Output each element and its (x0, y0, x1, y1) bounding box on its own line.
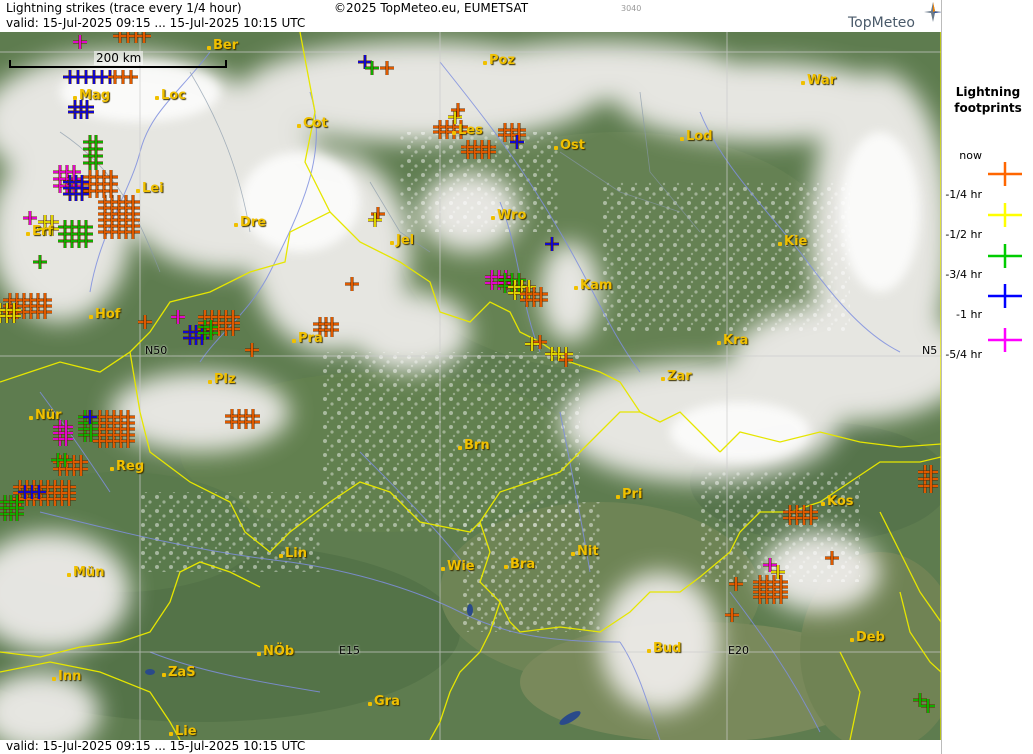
city-label: Jel (389, 233, 415, 248)
city-label: Inn (51, 669, 82, 684)
city-label: Cot (297, 116, 328, 131)
legend-label-now: now (959, 149, 982, 162)
city-label: Kie (777, 234, 808, 249)
lightning-cross-icon (988, 284, 1022, 308)
city-label: NÖb (256, 644, 295, 659)
map-title: Lightning strikes (trace every 1/4 hour) (6, 1, 242, 15)
city-label: Nür (29, 408, 62, 423)
city-label: Pra (292, 331, 323, 346)
city-label: Erf (26, 224, 53, 239)
legend-label-q2: -1/2 hr (945, 228, 982, 241)
city-label: Kra (716, 333, 749, 348)
city-label: Kos (821, 494, 854, 509)
valid-time-top: valid: 15-Jul-2025 09:15 ... 15-Jul-2025… (6, 16, 306, 30)
legend-label-q5: -5/4 hr (945, 348, 982, 361)
city-label: Les (452, 123, 483, 138)
city-label: Lin (279, 546, 307, 561)
city-label: Plz (208, 372, 236, 387)
lightning-cross-icon (988, 203, 1022, 227)
lightning-cross-icon (988, 328, 1022, 352)
city-label: Kam (573, 278, 613, 293)
lightning-cross-icon (988, 162, 1022, 186)
map-header: Lightning strikes (trace every 1/4 hour)… (0, 0, 943, 32)
city-label: Zar (661, 369, 692, 384)
city-label: Gra (368, 694, 400, 709)
legend-label-q4: -1 hr (956, 308, 982, 321)
grid-label-e20: E20 (728, 644, 749, 657)
city-label: Pri (615, 487, 643, 502)
city-label: ZaS (162, 665, 196, 680)
city-label: War (800, 73, 837, 88)
city-label: Lei (136, 181, 164, 196)
city-label: Lod (680, 129, 713, 144)
city-label: Poz (482, 53, 516, 68)
city-label: Wro (490, 208, 527, 223)
topmeteo-logo[interactable]: TopMeteo (848, 2, 943, 31)
city-label: Wie (441, 559, 475, 574)
scale-bar-tick-left (9, 60, 11, 68)
scale-bar-line (9, 66, 227, 68)
scale-bar-label: 200 km (94, 51, 144, 65)
city-label: Bud (646, 641, 682, 656)
grid-label-n5: N5 (922, 344, 938, 357)
valid-time-bottom: valid: 15-Jul-2025 09:15 ... 15-Jul-2025… (6, 739, 306, 753)
grid-label-n50: N50 (145, 344, 168, 357)
legend-label-q3: -3/4 hr (945, 268, 982, 281)
logo-text: TopMeteo (848, 15, 915, 31)
image-code: 3040 (621, 4, 642, 13)
lightning-cross-icon (988, 244, 1022, 268)
city-label: Loc (155, 88, 186, 103)
city-label: Bra (503, 557, 536, 572)
city-label: Ber (206, 38, 239, 53)
city-label: Nit (571, 544, 599, 559)
compass-star-icon (924, 2, 942, 22)
map-canvas (0, 32, 941, 740)
map-footer: valid: 15-Jul-2025 09:15 ... 15-Jul-2025… (0, 739, 941, 754)
legend-panel: Lightning footprints now -1/4 hr -1/2 hr… (941, 0, 1033, 754)
grid-label-e15: E15 (339, 644, 360, 657)
satellite-map[interactable]: 200 km N50 N5 E15 E20 Ber Poz War Mag Lo… (0, 32, 941, 740)
city-label: Mag (72, 88, 111, 103)
copyright-notice: ©2025 TopMeteo.eu, EUMETSAT (334, 1, 529, 15)
scale-bar: 200 km (9, 51, 227, 69)
legend-title: Lightning footprints (954, 85, 1022, 115)
city-label: Ost (553, 138, 586, 153)
city-label: Dre (233, 215, 267, 230)
scale-bar-tick-right (225, 60, 227, 68)
city-label: Reg (109, 459, 145, 474)
city-label: Brn (458, 438, 490, 453)
city-label: Hof (88, 307, 121, 322)
city-label: Deb (850, 630, 885, 645)
city-label: Lie (169, 724, 197, 739)
city-label: Mün (66, 565, 105, 580)
legend-label-q1: -1/4 hr (945, 188, 982, 201)
